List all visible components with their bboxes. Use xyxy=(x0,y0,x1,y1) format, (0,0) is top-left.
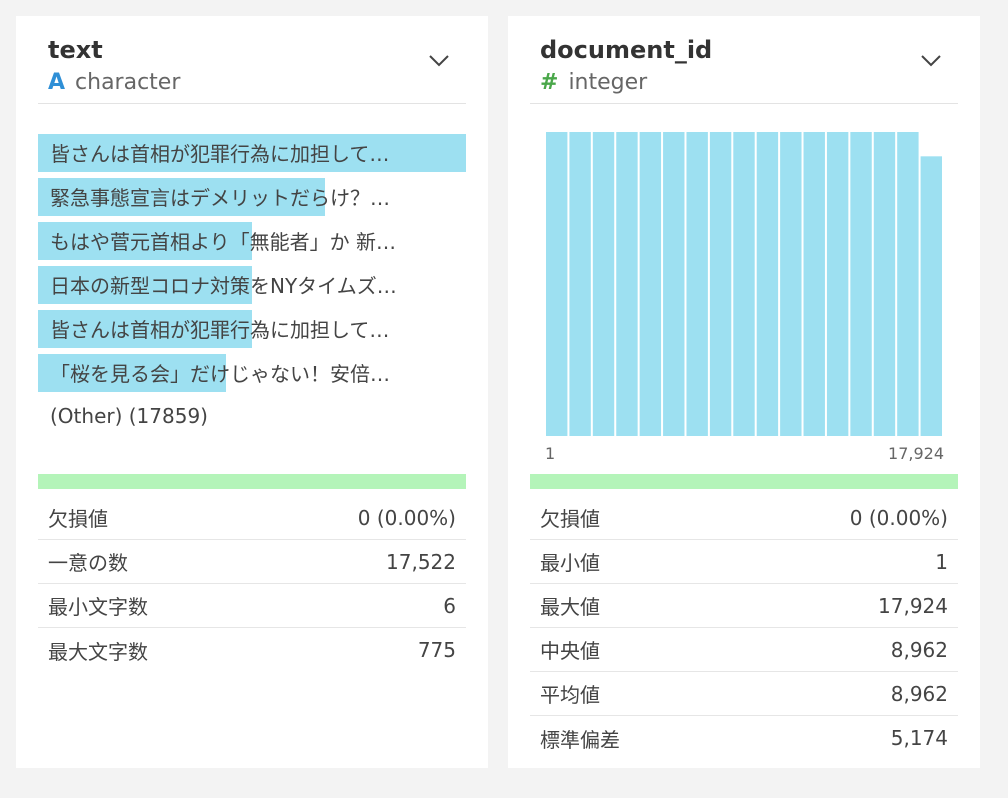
summary-stats-table: 欠損値 0 (0.00%) 一意の数 17,522 最小文字数 6 最大文字数 775 xyxy=(38,496,466,672)
stat-row: 最小文字数 6 xyxy=(38,584,466,628)
histogram-bar[interactable] xyxy=(639,132,662,436)
category-label: 日本の新型コロナ対策をNYタイムズ… xyxy=(50,274,397,298)
other-count-label: (Other) (17859) xyxy=(50,404,208,428)
stat-label: 最大文字数 xyxy=(48,639,148,664)
data-quality-bar xyxy=(38,474,466,489)
column-type: # integer xyxy=(540,68,647,96)
chevron-down-icon[interactable] xyxy=(920,54,942,68)
histogram-bar[interactable] xyxy=(592,132,615,436)
histogram-bar[interactable] xyxy=(826,132,849,436)
column-type-label: integer xyxy=(568,69,648,95)
category-label: もはや菅元首相より「無能者」か 新… xyxy=(50,230,396,254)
stat-row: 欠損値 0 (0.00%) xyxy=(530,496,958,540)
stat-row: 中央値 8,962 xyxy=(530,628,958,672)
column-type-label: character xyxy=(75,69,181,95)
histogram-bar[interactable] xyxy=(546,132,568,436)
stat-row: 標準偏差 5,174 xyxy=(530,716,958,760)
histogram-bar[interactable] xyxy=(803,132,825,436)
stat-label: 欠損値 xyxy=(540,507,600,531)
text-column-card: text A character 皆さんは首相が犯罪行為に加担して… 緊急事態宣言… xyxy=(16,16,488,768)
stat-value: 0 (0.00%) xyxy=(849,505,948,530)
category-row[interactable]: 皆さんは首相が犯罪行為に加担して… xyxy=(38,308,466,352)
stat-row: 一意の数 17,522 xyxy=(38,540,466,584)
category-row[interactable]: 緊急事態宣言はデメリットだらけ？… xyxy=(38,176,466,220)
stat-label: 最小文字数 xyxy=(48,595,148,619)
stat-value: 8,962 xyxy=(890,681,948,706)
histogram-bar[interactable] xyxy=(897,132,919,436)
histogram-bar[interactable] xyxy=(733,132,755,436)
stat-label: 欠損値 xyxy=(48,507,108,531)
column-name: document_id xyxy=(540,36,713,64)
column-header: document_id # integer xyxy=(530,16,958,104)
stat-value: 775 xyxy=(417,638,456,662)
histogram-bar[interactable] xyxy=(756,132,779,436)
category-label: 「桜を見る会」だけじゃない！安倍… xyxy=(50,362,390,386)
histogram-bar[interactable] xyxy=(920,156,942,436)
stat-row: 平均値 8,962 xyxy=(530,672,958,716)
stat-value: 6 xyxy=(443,593,456,618)
column-header: text A character xyxy=(38,16,466,104)
stat-label: 一意の数 xyxy=(48,551,128,575)
stat-label: 最小値 xyxy=(540,551,600,575)
histogram-chart[interactable] xyxy=(546,132,942,436)
category-frequency-list: 皆さんは首相が犯罪行為に加担して… 緊急事態宣言はデメリットだらけ？… もはや菅元首… xyxy=(38,132,466,396)
column-name: text xyxy=(48,36,103,64)
character-type-icon: A xyxy=(48,69,66,95)
category-label: 緊急事態宣言はデメリットだらけ？… xyxy=(50,186,390,210)
stat-value: 17,522 xyxy=(386,549,456,574)
category-row[interactable]: 皆さんは首相が犯罪行為に加担して… xyxy=(38,132,466,176)
histogram-bar[interactable] xyxy=(873,132,896,436)
stat-row: 欠損値 0 (0.00%) xyxy=(38,496,466,540)
histogram-bar[interactable] xyxy=(709,132,732,436)
data-quality-bar xyxy=(530,474,958,489)
stat-value: 5,174 xyxy=(890,726,948,750)
histogram-bar[interactable] xyxy=(569,132,591,436)
stat-label: 最大値 xyxy=(540,595,600,619)
hash-type-icon: # xyxy=(540,69,559,95)
stat-row: 最小値 1 xyxy=(530,540,958,584)
chevron-down-icon[interactable] xyxy=(428,54,450,68)
stat-value: 1 xyxy=(935,549,948,574)
document-id-column-card: document_id # integer 1 17,924 欠損値 0 (0.0… xyxy=(508,16,980,768)
category-label: 皆さんは首相が犯罪行為に加担して… xyxy=(50,318,390,342)
stat-value: 17,924 xyxy=(878,593,948,618)
category-row[interactable]: 「桜を見る会」だけじゃない！安倍… xyxy=(38,352,466,396)
histogram-bar[interactable] xyxy=(850,132,872,436)
category-row[interactable]: 日本の新型コロナ対策をNYタイムズ… xyxy=(38,264,466,308)
histogram-bar[interactable] xyxy=(616,132,638,436)
axis-max-label: 17,924 xyxy=(888,444,944,463)
summary-stats-table: 欠損値 0 (0.00%) 最小値 1 最大値 17,924 中央値 8,962 平均値 8,96… xyxy=(530,496,958,760)
column-type: A character xyxy=(48,68,180,96)
stat-label: 中央値 xyxy=(540,639,600,663)
stat-row: 最大文字数 775 xyxy=(38,628,466,672)
histogram-bar[interactable] xyxy=(686,132,708,436)
histogram-bar[interactable] xyxy=(780,132,802,436)
category-row[interactable]: もはや菅元首相より「無能者」か 新… xyxy=(38,220,466,264)
stat-row: 最大値 17,924 xyxy=(530,584,958,628)
stat-value: 0 (0.00%) xyxy=(357,505,456,530)
stat-label: 平均値 xyxy=(540,683,600,707)
stat-value: 8,962 xyxy=(890,637,948,662)
category-label: 皆さんは首相が犯罪行為に加担して… xyxy=(50,142,390,166)
axis-min-label: 1 xyxy=(545,444,556,463)
histogram-bar[interactable] xyxy=(663,132,685,436)
stat-label: 標準偏差 xyxy=(540,727,620,752)
